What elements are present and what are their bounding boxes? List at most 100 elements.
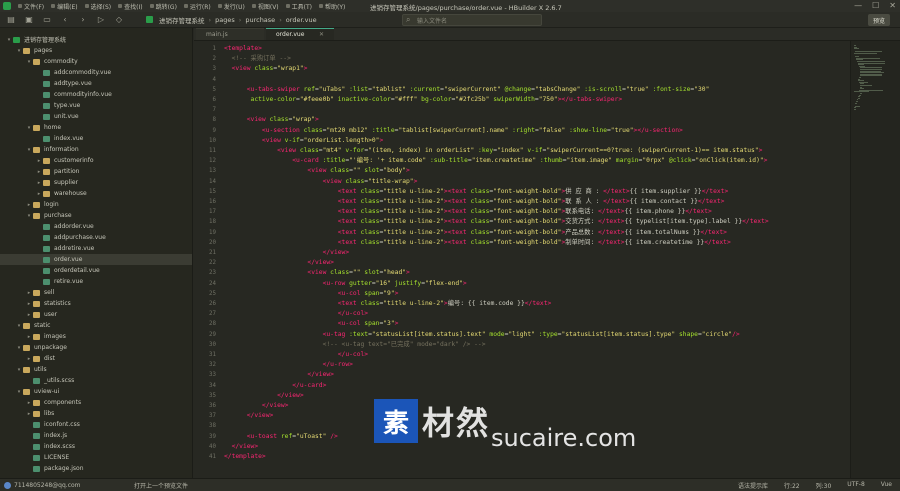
breadcrumb-project[interactable]: 进销存管理系统 (159, 15, 205, 25)
build-icon[interactable]: ◇ (112, 13, 126, 27)
menu-item[interactable]: 查找(I) (114, 2, 145, 11)
tree-folder[interactable]: ▸ statistics (0, 298, 192, 309)
tree-folder[interactable]: ▾ utils (0, 364, 192, 375)
tree-label: unit.vue (54, 113, 79, 120)
menu-item[interactable]: 编辑(E) (47, 2, 80, 11)
account[interactable]: 7114805248@qq.com (4, 481, 134, 489)
chevron-down-icon[interactable]: ▾ (26, 213, 32, 219)
chevron-down-icon[interactable]: ▾ (16, 323, 22, 329)
tree-folder[interactable]: ▾ pages (0, 45, 192, 56)
tree-file[interactable]: _utils.scss (0, 375, 192, 386)
tree-folder[interactable]: ▸ supplier (0, 177, 192, 188)
tree-file[interactable]: order.vue (0, 254, 192, 265)
status-syntax[interactable]: 语法提示库 (738, 481, 768, 490)
minimap[interactable] (850, 41, 900, 478)
code-line: 5 <u-tabs-swiper ref="uTabs" :list="tabl… (194, 85, 850, 95)
tree-folder[interactable]: ▸ components (0, 397, 192, 408)
chevron-down-icon[interactable]: ▾ (26, 59, 32, 65)
menu-item[interactable]: 帮助(Y) (315, 2, 348, 11)
tree-file[interactable]: addtype.vue (0, 78, 192, 89)
tree-file[interactable]: retire.vue (0, 276, 192, 287)
tab-order-vue[interactable]: order.vue ✕ (266, 28, 334, 40)
tree-folder[interactable]: ▸ dist (0, 353, 192, 364)
chevron-right-icon[interactable]: ▸ (36, 169, 42, 175)
minimize-button[interactable]: — (854, 1, 862, 10)
tree-file[interactable]: addpurchase.vue (0, 232, 192, 243)
chevron-down-icon[interactable]: ▾ (26, 147, 32, 153)
run-icon[interactable]: ▷ (94, 13, 108, 27)
tree-folder[interactable]: ▸ warehouse (0, 188, 192, 199)
tree-file[interactable]: package.json (0, 463, 192, 474)
chevron-right-icon[interactable]: ▸ (26, 411, 32, 417)
maximize-button[interactable]: ☐ (872, 1, 879, 10)
menu-item[interactable]: 文件(F) (14, 2, 47, 11)
tab-main-js[interactable]: main.js (196, 28, 264, 40)
tree-folder[interactable]: ▾ purchase (0, 210, 192, 221)
open-folder-icon[interactable]: ▭ (40, 13, 54, 27)
tree-file[interactable]: commodityinfo.vue (0, 89, 192, 100)
tree-folder[interactable]: ▾ home (0, 122, 192, 133)
breadcrumb-pages[interactable]: pages (215, 16, 235, 24)
tree-file[interactable]: type.vue (0, 100, 192, 111)
menu-item[interactable]: 工具(T) (282, 2, 315, 11)
tree-folder[interactable]: ▾ unpackage (0, 342, 192, 353)
tree-folder[interactable]: ▸ libs (0, 408, 192, 419)
tree-file[interactable]: index.js (0, 430, 192, 441)
new-file-icon[interactable]: ▤ (4, 13, 18, 27)
tree-folder[interactable]: ▸ sell (0, 287, 192, 298)
tree-folder[interactable]: ▾ information (0, 144, 192, 155)
tree-file[interactable]: addorder.vue (0, 221, 192, 232)
chevron-down-icon[interactable]: ▾ (16, 389, 22, 395)
chevron-right-icon[interactable]: ▸ (26, 334, 32, 340)
status-encoding[interactable]: UTF-8 (847, 481, 865, 490)
breadcrumb-file[interactable]: order.vue (286, 16, 317, 24)
tree-file[interactable]: LICENSE (0, 452, 192, 463)
tree-folder[interactable]: ▾ 进销存管理系统 (0, 34, 192, 45)
menu-item[interactable]: 发行(U) (214, 2, 248, 11)
chevron-down-icon[interactable]: ▾ (16, 367, 22, 373)
tree-file[interactable]: iconfont.css (0, 419, 192, 430)
status-hint[interactable]: 打开上一个预览文件 (134, 481, 188, 490)
menu-item[interactable]: 跳转(G) (146, 2, 180, 11)
chevron-down-icon[interactable]: ▾ (16, 48, 22, 54)
code-editor[interactable]: 1 <template> 2 <!-- 采购订单 --> 3 <view class=… (194, 41, 850, 478)
breadcrumb-purchase[interactable]: purchase (245, 16, 275, 24)
chevron-right-icon[interactable]: ▸ (26, 312, 32, 318)
tree-folder[interactable]: ▾ commodity (0, 56, 192, 67)
chevron-right-icon[interactable]: ▸ (26, 290, 32, 296)
tree-file[interactable]: unit.vue (0, 111, 192, 122)
close-button[interactable]: ✕ (889, 1, 896, 10)
file-search-input[interactable]: 输入文件名 (402, 14, 542, 26)
menu-item[interactable]: 运行(R) (180, 2, 214, 11)
chevron-down-icon[interactable]: ▾ (16, 345, 22, 351)
tree-file[interactable]: addretire.vue (0, 243, 192, 254)
tree-folder[interactable]: ▸ partition (0, 166, 192, 177)
chevron-right-icon[interactable]: ▸ (36, 158, 42, 164)
chevron-down-icon[interactable]: ▾ (26, 125, 32, 131)
menu-item[interactable]: 选择(S) (81, 2, 115, 11)
back-icon[interactable]: ‹ (58, 13, 72, 27)
chevron-right-icon[interactable]: ▸ (26, 356, 32, 362)
tree-file[interactable]: addcommodity.vue (0, 67, 192, 78)
tree-folder[interactable]: ▸ user (0, 309, 192, 320)
tree-folder[interactable]: ▸ images (0, 331, 192, 342)
tree-folder[interactable]: ▸ customerinfo (0, 155, 192, 166)
chevron-right-icon[interactable]: ▸ (36, 191, 42, 197)
tree-folder[interactable]: ▾ static (0, 320, 192, 331)
tree-file[interactable]: index.scss (0, 441, 192, 452)
menu-item[interactable]: 视图(V) (248, 2, 282, 11)
tree-folder[interactable]: ▸ login (0, 199, 192, 210)
status-language[interactable]: Vue (881, 481, 892, 490)
chevron-down-icon[interactable]: ▾ (6, 37, 12, 43)
save-icon[interactable]: ▣ (22, 13, 36, 27)
tree-folder[interactable]: ▾ uview-ui (0, 386, 192, 397)
chevron-right-icon[interactable]: ▸ (26, 400, 32, 406)
close-tab-icon[interactable]: ✕ (319, 31, 324, 38)
chevron-right-icon[interactable]: ▸ (36, 180, 42, 186)
tree-file[interactable]: orderdetail.vue (0, 265, 192, 276)
preview-button[interactable]: 预览 (868, 14, 890, 26)
chevron-right-icon[interactable]: ▸ (26, 301, 32, 307)
chevron-right-icon[interactable]: ▸ (26, 202, 32, 208)
tree-file[interactable]: index.vue (0, 133, 192, 144)
forward-icon[interactable]: › (76, 13, 90, 27)
